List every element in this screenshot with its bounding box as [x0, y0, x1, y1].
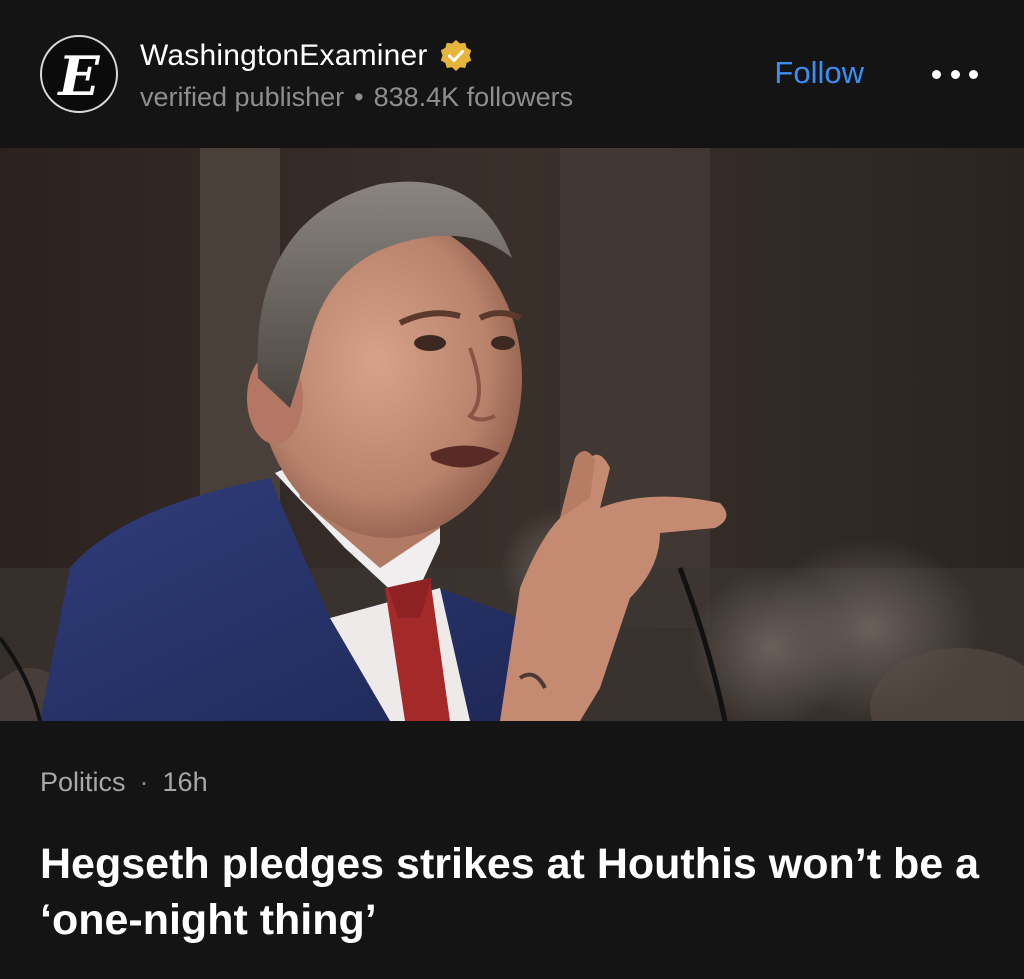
- article-hero-image[interactable]: [0, 148, 1024, 721]
- publisher-avatar[interactable]: E: [40, 35, 118, 113]
- publisher-status: verified publisher: [140, 82, 345, 112]
- follower-count: 838.4K followers: [373, 82, 574, 112]
- publisher-logo-letter: E: [58, 44, 100, 108]
- article-meta: Politics · 16h: [40, 767, 208, 798]
- hero-photo-illustration: [0, 148, 1024, 721]
- publisher-name-row: WashingtonExaminer: [140, 36, 474, 76]
- article-category[interactable]: Politics: [40, 767, 126, 798]
- meta-separator: •: [354, 82, 364, 112]
- verified-badge-icon: [438, 38, 474, 74]
- publisher-meta: verified publisher • 838.4K followers: [140, 82, 573, 113]
- feed-post-card[interactable]: E WashingtonExaminer verified publisher …: [0, 0, 1024, 979]
- more-options-icon[interactable]: [932, 62, 978, 86]
- meta-separator: ·: [139, 767, 149, 797]
- article-age: 16h: [162, 767, 208, 797]
- publisher-name[interactable]: WashingtonExaminer: [140, 39, 428, 73]
- follow-button[interactable]: Follow: [774, 55, 864, 91]
- article-headline[interactable]: Hegseth pledges strikes at Houthis won’t…: [40, 836, 980, 948]
- post-header: E WashingtonExaminer verified publisher …: [0, 0, 1024, 148]
